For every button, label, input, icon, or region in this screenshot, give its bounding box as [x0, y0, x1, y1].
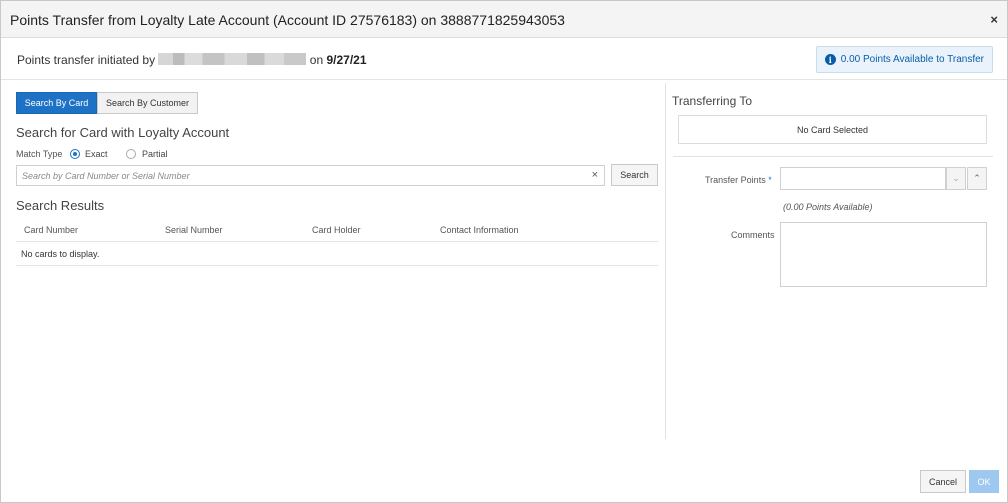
match-partial-radio[interactable]: [126, 149, 136, 159]
empty-table-message: No cards to display.: [21, 249, 100, 259]
points-transfer-dialog: Points Transfer from Loyalty Late Accoun…: [0, 0, 1008, 503]
initiated-date: 9/27/21: [326, 53, 367, 67]
comments-label: Comments: [731, 230, 775, 240]
tab-search-by-card[interactable]: Search By Card: [16, 92, 97, 114]
no-card-selected-text: No Card Selected: [796, 124, 869, 135]
column-contact-information[interactable]: Contact Information: [440, 225, 519, 235]
search-section-title: Search for Card with Loyalty Account: [16, 125, 230, 140]
column-card-holder[interactable]: Card Holder: [312, 225, 361, 235]
chevron-down-icon[interactable]: ⌄: [946, 167, 966, 190]
search-button[interactable]: Search: [611, 164, 658, 186]
transferring-to-title: Transferring To: [672, 94, 753, 108]
cancel-button[interactable]: Cancel: [920, 470, 966, 493]
dialog-titlebar: Points Transfer from Loyalty Late Accoun…: [1, 1, 1007, 38]
required-asterisk: *: [768, 175, 772, 185]
clear-icon[interactable]: ×: [592, 169, 598, 181]
ok-button[interactable]: OK: [969, 470, 999, 493]
match-exact-radio[interactable]: [70, 149, 80, 159]
info-icon: i: [824, 54, 836, 65]
points-available-badge-text: 0.00 Points Available to Transfer: [840, 54, 984, 65]
points-available-hint: (0.00 Points Available): [783, 202, 873, 212]
card-search-input[interactable]: Search by Card Number or Serial Number ×: [16, 165, 605, 186]
column-card-number[interactable]: Card Number: [24, 225, 78, 235]
comments-textarea[interactable]: [780, 222, 987, 287]
tab-search-by-customer[interactable]: Search By Customer: [97, 92, 198, 114]
match-type-label: Match Type: [16, 149, 63, 159]
panel-divider: [665, 83, 666, 439]
card-search-placeholder: Search by Card Number or Serial Number: [22, 171, 190, 181]
chevron-up-icon[interactable]: ⌃: [967, 167, 987, 190]
match-partial-label: Partial: [142, 149, 168, 159]
results-table-header: Card Number Serial Number Card Holder Co…: [16, 222, 658, 242]
transfer-points-input[interactable]: [780, 167, 946, 190]
transfer-points-label: Transfer Points *: [705, 175, 772, 185]
redacted-user-name: [158, 53, 307, 65]
points-available-badge: i 0.00 Points Available to Transfer: [815, 46, 993, 73]
transfer-points-label-text: Transfer Points: [705, 175, 766, 185]
selected-card-box: No Card Selected: [678, 115, 987, 144]
initiated-by-text: Points transfer initiated by on 9/27/21: [17, 53, 367, 67]
column-serial-number[interactable]: Serial Number: [165, 225, 223, 235]
search-results-title: Search Results: [16, 198, 105, 213]
close-icon[interactable]: ×: [990, 12, 998, 27]
dialog-title: Points Transfer from Loyalty Late Accoun…: [10, 12, 565, 28]
right-panel-divider: [673, 156, 993, 157]
table-row: No cards to display.: [16, 242, 658, 266]
initiated-on-label: on: [309, 53, 324, 67]
transfer-subheader: Points transfer initiated by on 9/27/21 …: [1, 38, 1007, 80]
initiated-prefix: Points transfer initiated by: [17, 53, 156, 67]
match-exact-label: Exact: [85, 149, 108, 159]
